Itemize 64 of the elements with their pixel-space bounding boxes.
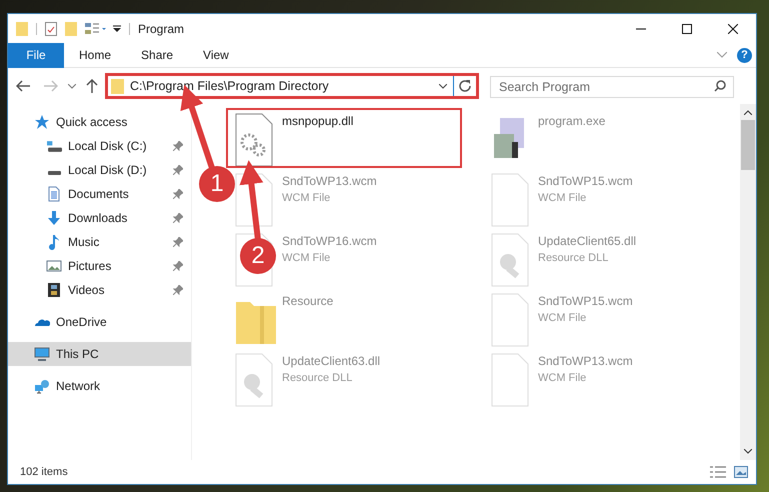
file-type: WCM File (282, 251, 332, 266)
sidebar-item[interactable]: OneDrive (8, 310, 191, 334)
file-type: Resource DLL (538, 251, 610, 266)
file-name[interactable]: msnpopup.dll (282, 112, 354, 130)
scroll-down-icon[interactable] (744, 449, 752, 454)
pin-icon[interactable] (173, 189, 183, 199)
forward-arrow-icon[interactable] (44, 80, 58, 92)
pin-icon[interactable] (173, 261, 183, 271)
sidebar-item[interactable]: Documents (8, 182, 191, 206)
pin-icon[interactable] (173, 285, 183, 295)
file-type: WCM File (538, 371, 588, 386)
sidebar-item[interactable]: Music (8, 230, 191, 254)
chevron-down-icon[interactable] (68, 84, 76, 88)
back-arrow-icon[interactable] (16, 80, 30, 92)
minimize-icon (636, 28, 646, 30)
pin-icon[interactable] (173, 165, 183, 175)
star-icon (34, 114, 50, 130)
scroll-thumb[interactable] (741, 120, 755, 170)
pin-icon[interactable] (173, 237, 183, 247)
file-type: Resource DLL (282, 371, 354, 386)
search-field[interactable]: Search Program (490, 76, 734, 98)
drive-icon (48, 171, 61, 175)
details-view-icon[interactable] (710, 466, 726, 478)
file-type: WCM File (282, 191, 332, 206)
ribbon-tab[interactable]: Share (126, 42, 188, 68)
item-count: 102 items (20, 464, 68, 480)
chevron-down-icon[interactable] (439, 84, 447, 88)
caret-icon[interactable] (113, 24, 121, 32)
window-title: Program (138, 20, 184, 38)
sidebar-item[interactable]: Local Disk (D:) (8, 158, 191, 182)
checklist-icon[interactable] (45, 22, 57, 36)
search-icon[interactable] (714, 80, 726, 92)
file-type: WCM File (538, 311, 588, 326)
sidebar-item[interactable]: Quick access (8, 110, 191, 134)
help-button[interactable]: ? (737, 48, 752, 62)
scrollbar[interactable] (740, 104, 756, 460)
network-icon (34, 378, 50, 394)
scroll-up-icon[interactable] (744, 110, 752, 115)
close-icon (728, 24, 738, 34)
address-field[interactable]: C:\Program Files\Program Directory (105, 73, 479, 99)
ribbon-tab[interactable]: Home (64, 42, 126, 68)
sidebar-item[interactable]: Downloads (8, 206, 191, 230)
properties-dropdown-icon[interactable] (85, 22, 107, 36)
pin-icon[interactable] (173, 213, 183, 223)
refresh-icon[interactable] (459, 80, 471, 92)
maximize-icon (682, 24, 692, 34)
sidebar-item[interactable]: Videos (8, 278, 191, 302)
pin-icon[interactable] (173, 141, 183, 151)
sidebar-item[interactable]: Local Disk (C:) (8, 134, 191, 158)
drive-icon (47, 140, 62, 152)
computer-icon (34, 346, 50, 362)
picture-icon (46, 258, 62, 274)
large-icons-view-icon[interactable] (734, 466, 748, 478)
film-icon (46, 282, 62, 298)
sidebar-item[interactable]: This PC (8, 342, 191, 366)
folder-icon (111, 78, 124, 94)
ribbon-tab[interactable]: View (188, 42, 244, 68)
download-arrow-icon (46, 210, 62, 226)
up-arrow-icon[interactable] (86, 79, 98, 93)
file-type: WCM File (538, 191, 588, 206)
document-icon (46, 186, 62, 202)
sidebar-item[interactable]: Network (8, 374, 191, 398)
sidebar-item[interactable]: Pictures (8, 254, 191, 278)
ribbon-tab[interactable]: File (8, 42, 64, 68)
